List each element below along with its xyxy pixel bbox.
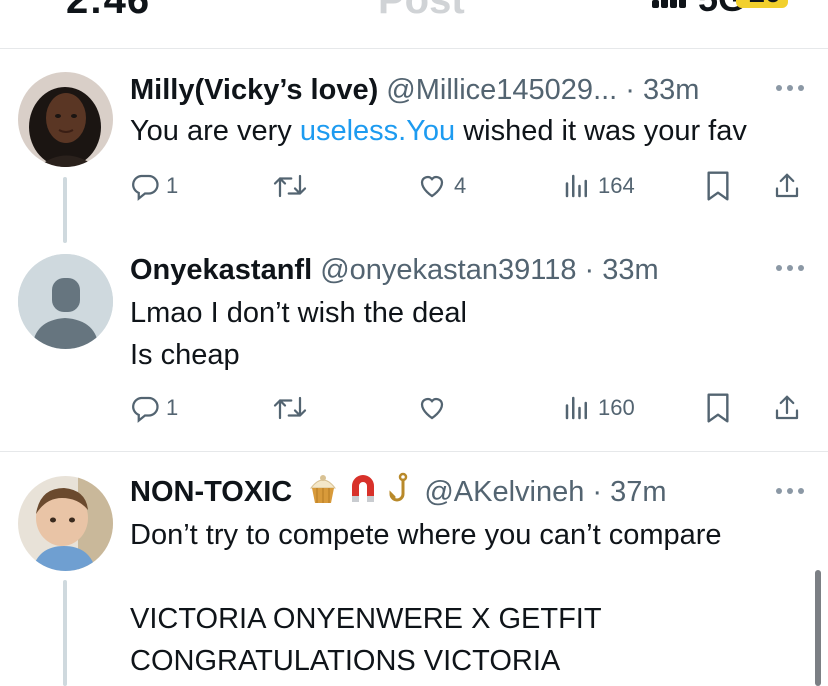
bookmark-icon xyxy=(707,171,729,201)
views-icon xyxy=(565,396,587,420)
tweet-header: NON-TOXIC @AKelvineh · 37m xyxy=(130,472,667,515)
handle[interactable]: @AKelvineh xyxy=(424,476,584,508)
status-bar: 2:46 Post 5G 10 xyxy=(0,0,828,48)
tweet-header: Milly(Vicky’s love) @Millice145029... · … xyxy=(130,74,700,106)
view-count: 164 xyxy=(598,173,635,198)
tweet-line: Don’t try to compete where you can’t com… xyxy=(130,519,722,551)
share-button[interactable] xyxy=(772,168,802,204)
like-button[interactable] xyxy=(416,390,448,426)
bookmark-button[interactable] xyxy=(704,390,732,426)
heart-icon xyxy=(420,175,444,198)
share-icon xyxy=(775,173,799,198)
timestamp[interactable]: 33m xyxy=(602,254,658,286)
display-name[interactable]: Onyekastanfl xyxy=(130,254,312,286)
tweet-divider xyxy=(0,451,828,452)
thread-line xyxy=(63,177,67,243)
heart-icon xyxy=(420,397,444,420)
views-button[interactable]: 164 xyxy=(562,168,635,204)
tweet-line: Is cheap xyxy=(130,339,240,371)
share-button[interactable] xyxy=(772,390,802,426)
share-icon xyxy=(775,395,799,420)
display-name[interactable]: NON-TOXIC xyxy=(130,476,292,508)
tweet-text: You are very useless.You wished it was y… xyxy=(130,110,747,152)
reply-icon xyxy=(132,396,159,423)
retweet-button[interactable] xyxy=(272,390,308,426)
tweet-line: CONGRATULATIONS VICTORIA xyxy=(130,645,561,677)
battery-level: 10 xyxy=(748,0,781,10)
timestamp[interactable]: 37m xyxy=(610,476,666,508)
cupcake-emoji xyxy=(306,472,340,515)
retweet-button[interactable] xyxy=(272,168,308,204)
tweet-link[interactable]: useless.You xyxy=(300,115,455,147)
reply-icon xyxy=(132,174,159,201)
more-options-icon[interactable] xyxy=(776,488,806,496)
tweet-line: VICTORIA ONYENWERE X GETFIT xyxy=(130,603,602,635)
nav-title: Post xyxy=(378,0,465,22)
like-count: 4 xyxy=(454,173,467,198)
reply-count: 1 xyxy=(166,173,179,198)
tweet-text: Lmao I don’t wish the deal Is cheap xyxy=(130,292,467,376)
tweet-header: Onyekastanfl @onyekastan39118 · 33m xyxy=(130,254,659,286)
magnet-emoji xyxy=(346,472,380,515)
handle[interactable]: @onyekastan39118 xyxy=(320,254,576,286)
views-icon xyxy=(565,174,587,198)
hook-emoji xyxy=(386,472,416,515)
header-divider xyxy=(0,48,828,49)
thread-line xyxy=(63,580,67,686)
bookmark-button[interactable] xyxy=(704,168,732,204)
reply-count: 1 xyxy=(166,395,179,420)
more-options-icon[interactable] xyxy=(776,265,806,273)
timestamp[interactable]: 33m xyxy=(643,74,699,106)
tweet-line: Lmao I don’t wish the deal xyxy=(130,297,467,329)
reply-button[interactable]: 1 xyxy=(130,168,178,204)
retweet-icon xyxy=(273,174,307,198)
tweet-text-part: wished it was your fav xyxy=(455,115,747,147)
more-options-icon[interactable] xyxy=(776,85,806,93)
handle[interactable]: @Millice145029... xyxy=(386,74,617,106)
status-time: 2:46 xyxy=(66,0,151,22)
tweet-actions: 1 4 164 xyxy=(130,168,810,204)
reply-button[interactable]: 1 xyxy=(130,390,178,426)
view-count: 160 xyxy=(598,395,635,420)
avatar[interactable] xyxy=(18,72,113,167)
battery-icon: 10 xyxy=(736,0,788,10)
avatar[interactable] xyxy=(18,476,113,571)
tweet-actions: 1 160 xyxy=(130,390,810,426)
bookmark-icon xyxy=(707,393,729,423)
signal-icon xyxy=(652,0,686,8)
avatar[interactable] xyxy=(18,254,113,349)
retweet-icon xyxy=(273,396,307,420)
display-name[interactable]: Milly(Vicky’s love) xyxy=(130,74,378,106)
tweet-text: Don’t try to compete where you can’t com… xyxy=(130,514,722,682)
views-button[interactable]: 160 xyxy=(562,390,635,426)
tweet-text-part: You are very xyxy=(130,115,300,147)
like-button[interactable]: 4 xyxy=(416,168,466,204)
scrollbar[interactable] xyxy=(815,570,821,686)
